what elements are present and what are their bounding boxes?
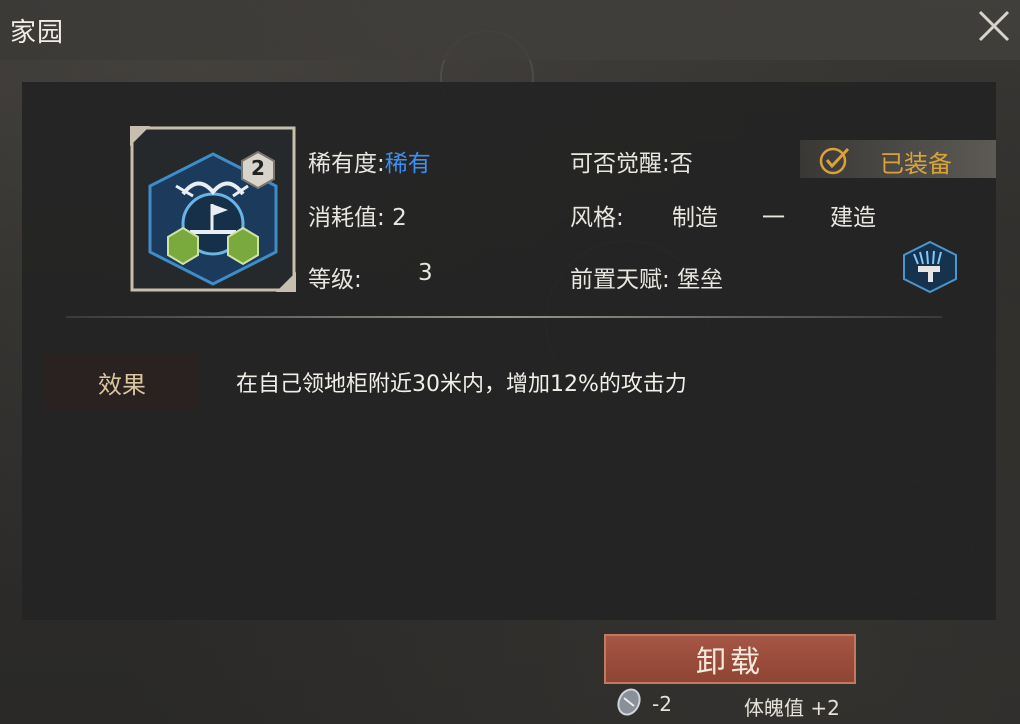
prereq-label: 前置天赋: <box>570 267 670 293</box>
close-icon <box>978 10 1010 42</box>
check-circle-icon <box>819 147 850 175</box>
cost-value: 2 <box>392 205 407 231</box>
item-card: 2 <box>128 124 298 294</box>
level-value: 3 <box>418 260 433 286</box>
fortress-talent-icon <box>903 240 957 294</box>
awaken-value: 否 <box>669 151 693 177</box>
awaken-row: 可否觉醒:否 <box>570 144 693 178</box>
winged-flag-emblem-icon <box>130 126 296 292</box>
close-button[interactable] <box>976 8 1012 44</box>
rarity-value: 稀有 <box>384 151 431 177</box>
awaken-label: 可否觉醒: <box>570 151 670 177</box>
cost-token-icon <box>617 688 641 716</box>
stat-change: 体魄值 +2 <box>744 696 840 720</box>
rarity-row: 稀有度:稀有 <box>308 144 431 178</box>
equipped-label: 已装备 <box>880 150 952 178</box>
title-bar <box>0 0 1020 60</box>
level-label: 等级: <box>308 267 362 293</box>
effect-description: 在自己领地柜附近30米内，增加12%的攻击力 <box>236 372 687 397</box>
cost-label: 消耗值: <box>308 205 385 231</box>
item-level-badge: 2 <box>251 156 265 180</box>
rarity-label: 稀有度: <box>308 151 385 177</box>
prereq-row: 前置天赋: 堡垒 <box>570 260 723 294</box>
cost-row: 消耗值: 2 <box>308 198 407 232</box>
section-divider <box>66 316 942 318</box>
style-value-2: 建造 <box>830 205 876 231</box>
cost-change: -2 <box>652 692 672 716</box>
style-dash: 一 <box>762 205 785 231</box>
window-title: 家园 <box>10 18 65 48</box>
prereq-talent-icon[interactable] <box>900 240 960 294</box>
unload-button[interactable]: 卸载 <box>604 634 856 684</box>
prereq-value: 堡垒 <box>677 267 724 293</box>
game-screen: 家园 2 稀有度:稀有 消耗值: 2 等级: 3 可否觉醒:否 风格: 制造 一… <box>0 0 1020 724</box>
style-label: 风格: <box>570 205 624 231</box>
effect-tag: 效果 <box>44 354 200 410</box>
style-value-1: 制造 <box>672 205 718 231</box>
